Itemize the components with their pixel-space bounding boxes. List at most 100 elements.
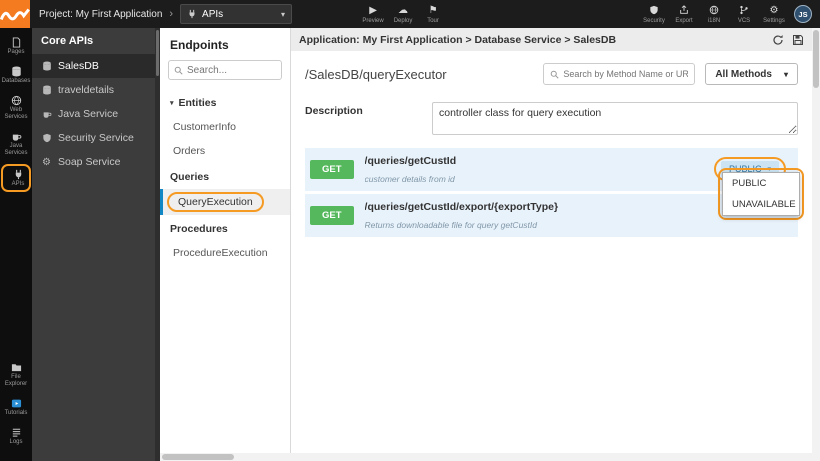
workspace-dropdown-label: APIs	[202, 8, 224, 20]
services-panel: Core APIs SalesDB traveldetails Java Ser…	[32, 28, 155, 461]
services-panel-title: Core APIs	[41, 35, 94, 47]
project-label: Project: My First Application	[39, 8, 163, 20]
breadcrumb-bar: Application: My First Application > Data…	[291, 28, 812, 51]
visibility-menu: PUBLIC UNAVAILABLE	[722, 172, 800, 216]
endpoints-panel: Endpoints ▾ Entities CustomerInfo Orders…	[160, 28, 291, 453]
sidebar-item-web-services[interactable]: Web Services	[1, 94, 31, 121]
endpoints-search-input[interactable]	[187, 64, 276, 76]
topbar-center-actions: ▶ Preview ☁ Deploy ⚑ Tour	[358, 5, 448, 24]
api-plug-icon	[13, 168, 24, 180]
export-arrow-icon	[679, 5, 689, 16]
coffee-cup-icon	[41, 109, 52, 120]
folder-icon	[11, 361, 22, 373]
title-row: /SalesDB/queryExecutor All Methods ▾	[305, 63, 798, 85]
shield-icon	[649, 5, 659, 16]
vertical-scrollbar[interactable]	[812, 28, 820, 453]
chevron-right-icon: ›	[169, 8, 174, 20]
section-entities[interactable]: ▾ Entities	[160, 89, 290, 115]
triangle-down-icon: ▾	[170, 100, 174, 107]
api-path: /queries/getCustId	[364, 155, 457, 167]
description-label: Description	[305, 105, 363, 117]
database-icon	[41, 61, 52, 72]
main-content: /SalesDB/queryExecutor All Methods ▾ Des…	[291, 51, 812, 237]
visibility-option-unavailable[interactable]: UNAVAILABLE	[723, 194, 799, 215]
service-item-salesdb[interactable]: SalesDB	[32, 54, 155, 78]
git-branch-icon	[739, 5, 749, 16]
deploy-cloud-icon: ☁	[398, 4, 409, 16]
log-lines-icon	[11, 426, 22, 438]
endpoints-panel-title: Endpoints	[170, 38, 229, 52]
api-subtitle: Returns downloadable file for query getC…	[364, 220, 537, 231]
service-item-soap-service[interactable]: ⚙ Soap Service	[32, 150, 155, 174]
deploy-button[interactable]: ☁ Deploy	[388, 5, 418, 24]
all-methods-dropdown[interactable]: All Methods ▾	[705, 63, 798, 85]
shield-icon	[41, 133, 52, 144]
left-icon-rail: Pages Databases Web Services Java Servic…	[0, 28, 32, 461]
method-badge-get: GET	[310, 159, 354, 179]
breadcrumb: Application: My First Application > Data…	[299, 33, 617, 46]
page-title: /SalesDB/queryExecutor	[305, 66, 447, 82]
user-avatar[interactable]: JS	[794, 5, 812, 23]
sidebar-item-tutorials[interactable]: Tutorials	[1, 397, 31, 417]
scrollbar-thumb[interactable]	[156, 30, 159, 76]
annotation-visibility-menu-highlight: PUBLIC UNAVAILABLE	[718, 168, 804, 220]
breadcrumb-actions	[772, 34, 804, 46]
topbar-right-actions: Security Export i18N VCS ⚙ Settings JS	[639, 5, 820, 24]
sidebar-item-pages[interactable]: Pages	[1, 36, 31, 56]
scrollbar-corner	[812, 453, 820, 461]
section-procedures[interactable]: Procedures	[160, 215, 290, 241]
endpoint-item-procedureexecution[interactable]: ProcedureExecution	[160, 241, 290, 265]
database-icon	[41, 85, 52, 96]
scrollbar-thumb[interactable]	[162, 454, 234, 460]
api-plug-icon	[189, 9, 195, 19]
endpoint-rows: GET /queries/getCustId customer details …	[305, 148, 804, 237]
api-path: /queries/getCustId/export/{exportType}	[364, 200, 559, 213]
search-icon	[174, 66, 183, 75]
services-panel-scrollbar[interactable]	[155, 28, 160, 461]
scrollbar-thumb[interactable]	[813, 30, 819, 88]
wavemaker-logo[interactable]	[0, 0, 30, 28]
preview-button[interactable]: ▶ Preview	[358, 5, 388, 24]
gear-icon: ⚙	[42, 156, 51, 168]
video-play-icon	[11, 397, 22, 409]
top-bar: Project: My First Application › APIs ▾ ▶…	[0, 0, 820, 28]
page-icon	[11, 36, 22, 48]
endpoint-item-customerinfo[interactable]: CustomerInfo	[160, 115, 290, 139]
sidebar-item-apis[interactable]: APIs	[3, 168, 33, 188]
globe-icon	[709, 5, 719, 16]
chevron-down-icon: ▾	[281, 9, 286, 19]
security-button[interactable]: Security	[639, 5, 669, 24]
i18n-button[interactable]: i18N	[699, 5, 729, 24]
api-subtitle: customer details from id	[364, 174, 455, 185]
service-item-security-service[interactable]: Security Service	[32, 126, 155, 150]
endpoint-item-queryexecution[interactable]: QueryExecution	[160, 189, 290, 215]
endpoint-item-orders[interactable]: Orders	[160, 139, 290, 163]
method-search-input[interactable]	[563, 69, 689, 79]
refresh-icon[interactable]	[772, 34, 784, 46]
export-button[interactable]: Export	[669, 5, 699, 24]
chevron-down-icon: ▾	[783, 69, 788, 79]
horizontal-scrollbar[interactable]	[160, 453, 812, 461]
visibility-option-public[interactable]: PUBLIC	[723, 173, 799, 194]
api-path-block: /queries/getCustId/export/{exportType} R…	[365, 197, 559, 234]
sidebar-item-java-services[interactable]: Java Services	[1, 130, 31, 157]
globe-icon	[11, 94, 22, 106]
sidebar-item-databases[interactable]: Databases	[1, 65, 31, 85]
vcs-button[interactable]: VCS	[729, 5, 759, 24]
description-input[interactable]: controller class for query execution	[432, 102, 798, 135]
service-item-java-service[interactable]: Java Service	[32, 102, 155, 126]
save-icon[interactable]	[792, 34, 804, 46]
workspace-dropdown[interactable]: APIs ▾	[180, 4, 293, 24]
settings-button[interactable]: ⚙ Settings	[759, 5, 789, 24]
method-search-box[interactable]	[543, 63, 696, 85]
annotation-apis-highlight: APIs	[1, 164, 31, 192]
sidebar-item-logs[interactable]: Logs	[1, 426, 31, 446]
service-item-traveldetails[interactable]: traveldetails	[32, 78, 155, 102]
method-badge-get: GET	[310, 205, 354, 225]
description-row: Description controller class for query e…	[305, 102, 798, 135]
main-area: Application: My First Application > Data…	[291, 28, 812, 453]
tour-button[interactable]: ⚑ Tour	[418, 5, 448, 24]
sidebar-item-file-explorer[interactable]: File Explorer	[1, 361, 31, 388]
section-queries[interactable]: Queries	[160, 163, 290, 189]
endpoints-search-box[interactable]	[168, 60, 282, 80]
